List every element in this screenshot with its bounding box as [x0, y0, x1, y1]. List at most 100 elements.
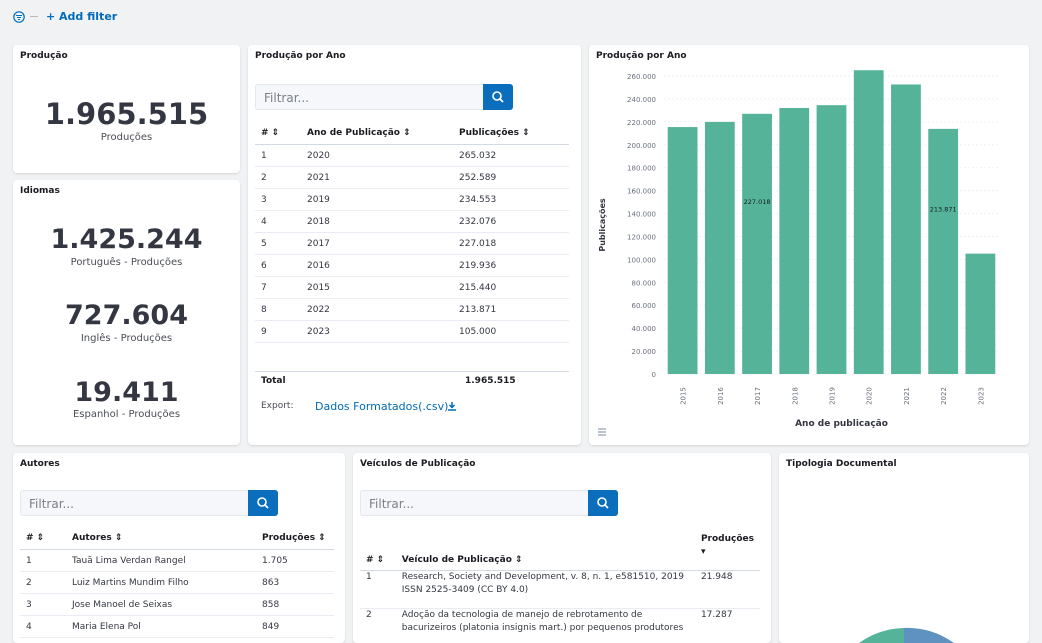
table-cell: 5 — [255, 233, 301, 255]
column-header[interactable]: Produções▾ — [695, 531, 760, 571]
table-footer-line — [255, 371, 569, 372]
table-row: 92023105.000 — [255, 321, 569, 343]
filter-bar: + Add filter — [0, 0, 1042, 34]
search-button[interactable] — [248, 490, 278, 516]
table-cell: 1.705 — [256, 550, 334, 572]
x-tick-label: 2023 — [977, 387, 985, 405]
table-row: 2Adoção da tecnologia de manejo de rebro… — [360, 609, 760, 643]
y-tick-label: 180.000 — [627, 165, 656, 173]
table-cell: 2 — [360, 609, 396, 643]
column-header[interactable]: Produções ⇕ — [256, 527, 334, 550]
y-tick-label: 60.000 — [632, 302, 657, 310]
y-tick-label: 0 — [652, 371, 656, 379]
table-cell: 2018 — [301, 211, 453, 233]
table-cell: 21.948 — [695, 571, 760, 609]
data-label: 213.871 — [930, 205, 957, 213]
table-cell: 2019 — [301, 189, 453, 211]
table-cell: 234.553 — [453, 189, 569, 211]
x-tick-label: 2017 — [754, 387, 762, 405]
y-tick-label: 220.000 — [627, 119, 656, 127]
metric-label: Português - Produções — [13, 257, 240, 268]
idiomas-panel: Idiomas 1.425.244 Português - Produções … — [13, 180, 240, 445]
y-tick-label: 80.000 — [632, 279, 657, 287]
table-row: 82022213.871 — [255, 299, 569, 321]
filter-icon[interactable] — [13, 11, 25, 23]
pie-slice — [904, 628, 954, 643]
column-header[interactable]: Ano de Publicação ⇕ — [301, 122, 453, 145]
x-axis-label: Ano de publicação — [795, 419, 888, 429]
table-cell: 7 — [255, 277, 301, 299]
table-cell: Luiz Martins Mundim Filho — [66, 572, 256, 594]
table-cell: 1 — [255, 145, 301, 167]
column-header[interactable]: # ⇕ — [255, 122, 301, 145]
table-cell: 2 — [20, 572, 66, 594]
table-cell: 2015 — [301, 277, 453, 299]
search-input[interactable]: Filtrar... — [360, 490, 588, 516]
y-tick-label: 200.000 — [627, 142, 656, 150]
table-row: 32019234.553 — [255, 189, 569, 211]
panel-title: Veículos de Publicação — [360, 459, 475, 469]
bar — [668, 127, 698, 374]
add-filter-link[interactable]: + Add filter — [46, 10, 117, 23]
x-tick-label: 2022 — [940, 387, 948, 405]
metric-value: 19.411 — [13, 377, 240, 408]
search-input[interactable]: Filtrar... — [255, 84, 483, 110]
table-cell: 252.589 — [453, 167, 569, 189]
legend-toggle-icon[interactable] — [597, 427, 607, 437]
x-tick-label: 2018 — [791, 387, 799, 405]
table-cell: 215.440 — [453, 277, 569, 299]
table-row: 52017227.018 — [255, 233, 569, 255]
table-cell: 2 — [255, 167, 301, 189]
download-icon[interactable] — [447, 401, 457, 411]
table-cell: 849 — [256, 616, 334, 638]
data-label: 227.018 — [744, 198, 771, 206]
column-header[interactable]: Publicações ⇕ — [453, 122, 569, 145]
table-cell: 1 — [360, 571, 396, 609]
panel-title: Autores — [20, 459, 60, 469]
producao-panel: Produção 1.965.515 Produções — [13, 45, 240, 173]
y-tick-label: 40.000 — [632, 325, 657, 333]
table-cell: 2020 — [301, 145, 453, 167]
table-cell: 2021 — [301, 167, 453, 189]
panel-title: Idiomas — [20, 186, 60, 196]
table-cell: 858 — [256, 594, 334, 616]
table-cell: 2016 — [301, 255, 453, 277]
autores-table: # ⇕ Autores ⇕ Produções ⇕ 1Tauã Lima Ver… — [20, 527, 334, 638]
table-cell: 213.871 — [453, 299, 569, 321]
export-csv-link[interactable]: Dados Formatados(.csv) — [315, 400, 448, 413]
table-cell: Maria Elena Pol — [66, 616, 256, 638]
table-cell: 6 — [255, 255, 301, 277]
table-cell: 232.076 — [453, 211, 569, 233]
search-button[interactable] — [483, 84, 513, 110]
bar — [854, 70, 884, 374]
column-header[interactable]: Veículo de Publicação ⇕ — [396, 531, 695, 571]
search-input[interactable]: Filtrar... — [20, 490, 248, 516]
column-header[interactable]: Autores ⇕ — [66, 527, 256, 550]
column-header-label: Produções — [701, 534, 754, 544]
metric-value: 727.604 — [13, 300, 240, 331]
table-cell: 4 — [255, 211, 301, 233]
y-tick-label: 100.000 — [627, 256, 656, 264]
total-label: Total — [261, 376, 286, 386]
table-cell: Research, Society and Development, v. 8,… — [396, 571, 695, 609]
panel-title: Produção por Ano — [255, 51, 346, 61]
table-search: Filtrar... — [255, 84, 512, 110]
table-cell: 3 — [20, 594, 66, 616]
table-cell: 219.936 — [453, 255, 569, 277]
y-tick-label: 160.000 — [627, 188, 656, 196]
search-button[interactable] — [588, 490, 618, 516]
column-header[interactable]: # ⇕ — [20, 527, 66, 550]
column-header[interactable]: # ⇕ — [360, 531, 396, 571]
bar — [966, 254, 996, 374]
table-cell: 8 — [255, 299, 301, 321]
table-row: 42018232.076 — [255, 211, 569, 233]
y-tick-label: 120.000 — [627, 233, 656, 241]
table-cell: 2022 — [301, 299, 453, 321]
search-icon — [588, 490, 618, 516]
x-tick-label: 2015 — [680, 387, 688, 405]
table-cell: 4 — [20, 616, 66, 638]
panel-title: Produção — [20, 51, 68, 61]
table-cell: 227.018 — [453, 233, 569, 255]
y-tick-label: 20.000 — [632, 348, 657, 356]
table-cell: 9 — [255, 321, 301, 343]
